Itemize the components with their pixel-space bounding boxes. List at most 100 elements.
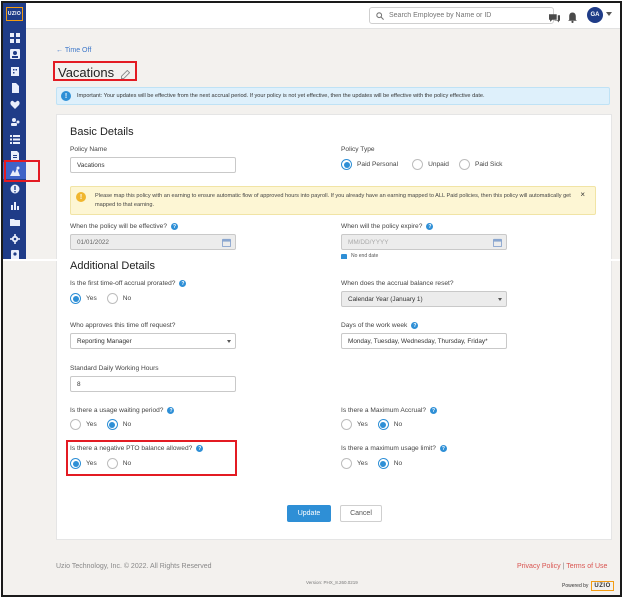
prorated-yes[interactable]: Yes <box>70 293 97 304</box>
person-card-icon[interactable] <box>9 48 20 59</box>
hours-input[interactable]: 8 <box>70 376 236 392</box>
radio-label: No <box>122 421 132 428</box>
radio-button[interactable] <box>106 419 118 430</box>
radio-label: Yes <box>357 460 368 467</box>
policy-type-paid-personal[interactable]: Paid Personal <box>341 159 398 170</box>
radio-button[interactable] <box>341 159 352 170</box>
field-placeholder: MM/DD/YYYY <box>348 238 389 246</box>
radio-label: Paid Sick <box>474 161 503 168</box>
radio-button[interactable] <box>341 419 352 430</box>
field-value: 01/01/2022 <box>77 238 109 246</box>
footer-links: Privacy Policy | Terms of Use <box>517 563 607 570</box>
negative-balance-label: Is there a negative PTO balance allowed?… <box>70 445 204 452</box>
employee-search[interactable] <box>369 7 554 24</box>
radio-button[interactable] <box>377 419 389 430</box>
powered-by-text: Powered by <box>562 583 589 589</box>
work-week-label: Days of the work week? <box>341 322 419 329</box>
update-button[interactable]: Update <box>287 505 331 522</box>
footer-separator: | <box>562 563 565 570</box>
help-icon[interactable]: ? <box>426 223 434 230</box>
help-icon[interactable]: ? <box>179 280 187 287</box>
waiting-yes[interactable]: Yes <box>70 419 97 430</box>
radio-button[interactable] <box>106 458 118 469</box>
radio-button[interactable] <box>458 159 470 170</box>
terms-of-use-link[interactable]: Terms of Use <box>566 563 607 570</box>
reset-label: When does the accrual balance reset? <box>341 280 454 287</box>
bar-chart-icon[interactable] <box>9 199 20 210</box>
help-icon[interactable]: ? <box>411 322 419 329</box>
info-icon: ! <box>61 91 71 101</box>
effective-date-input: 01/01/2022 <box>70 234 236 250</box>
prorated-no[interactable]: No <box>106 293 131 304</box>
policy-name-input[interactable]: Vacations <box>70 157 236 173</box>
help-icon[interactable]: ? <box>430 407 438 414</box>
search-input[interactable] <box>389 12 549 19</box>
negative-balance-no[interactable]: No <box>106 458 131 469</box>
max-accrual-no[interactable]: No <box>377 419 402 430</box>
radio-label: Yes <box>86 295 97 302</box>
label-text: When the policy will be effective? <box>70 223 168 230</box>
help-icon[interactable]: ? <box>167 407 175 414</box>
radio-label: No <box>393 460 403 467</box>
expire-date-input: MM/DD/YYYY <box>341 234 507 250</box>
label-text: Is the first time-off accrual prorated? <box>70 280 176 287</box>
chevron-down-icon <box>227 340 231 343</box>
cancel-button[interactable]: Cancel <box>340 505 382 522</box>
additional-details-heading: Additional Details <box>70 260 155 272</box>
radio-label: Yes <box>86 421 97 428</box>
max-usage-no[interactable]: No <box>377 458 403 469</box>
waiting-no[interactable]: No <box>106 419 132 430</box>
close-icon[interactable]: × <box>580 190 585 199</box>
calendar-icon <box>493 238 502 247</box>
work-week-select[interactable]: Monday, Tuesday, Wednesday, Thursday, Fr… <box>341 333 507 349</box>
list-icon[interactable] <box>9 133 20 144</box>
effective-date-label: When the policy will be effective?? <box>70 223 179 230</box>
folder-icon[interactable] <box>9 216 20 227</box>
negative-balance-yes[interactable]: Yes <box>70 458 97 469</box>
top-bar: GA <box>26 3 620 29</box>
bell-icon[interactable] <box>567 10 578 23</box>
document-icon[interactable] <box>9 82 20 93</box>
radio-button[interactable] <box>70 458 81 469</box>
active-item-annotation <box>4 160 40 182</box>
gear-icon[interactable] <box>9 233 20 244</box>
policy-name-label: Policy Name <box>70 146 108 153</box>
privacy-policy-link[interactable]: Privacy Policy <box>517 563 561 570</box>
team-icon[interactable] <box>9 116 20 127</box>
announcement-icon[interactable] <box>549 10 560 23</box>
uzio-footer-logo: UZIO <box>591 581 614 591</box>
help-icon[interactable]: ? <box>196 445 204 452</box>
max-accrual-yes[interactable]: Yes <box>341 419 368 430</box>
help-icon[interactable]: ? <box>171 223 179 230</box>
back-link[interactable]: ← Time Off <box>56 47 91 54</box>
waiting-period-label: Is there a usage waiting period?? <box>70 407 175 414</box>
heart-icon[interactable] <box>9 99 20 110</box>
reset-select[interactable]: Calendar Year (January 1) <box>341 291 507 307</box>
max-usage-yes[interactable]: Yes <box>341 458 368 469</box>
label-text: Is there a Maximum Accrual? <box>341 407 427 414</box>
radio-button[interactable] <box>70 419 81 430</box>
clock-alert-icon[interactable] <box>9 183 20 194</box>
prorated-label: Is the first time-off accrual prorated?? <box>70 280 187 287</box>
building-icon[interactable] <box>9 65 20 76</box>
search-icon <box>376 11 384 20</box>
label-text: Is there a usage waiting period? <box>70 407 164 414</box>
max-usage-radio-group: Yes No <box>341 458 412 469</box>
radio-button[interactable] <box>70 293 81 304</box>
help-icon[interactable]: ? <box>439 445 447 452</box>
app-frame: UZIO GA ← Time Off Vacations ! Importan <box>1 1 622 597</box>
dashboard-icon[interactable] <box>9 32 20 43</box>
earning-warning: ! Please map this policy with an earning… <box>70 186 596 215</box>
calendar-icon <box>222 238 231 247</box>
approver-select[interactable]: Reporting Manager <box>70 333 236 349</box>
radio-button[interactable] <box>377 458 389 469</box>
policy-type-unpaid[interactable]: Unpaid <box>412 159 449 170</box>
radio-button[interactable] <box>106 293 118 304</box>
user-avatar[interactable]: GA <box>587 7 603 23</box>
radio-button[interactable] <box>341 458 352 469</box>
pencil-icon[interactable] <box>121 66 131 79</box>
policy-type-paid-sick[interactable]: Paid Sick <box>458 159 503 170</box>
chevron-down-icon[interactable] <box>606 12 612 16</box>
uzio-logo[interactable]: UZIO <box>6 7 23 21</box>
radio-button[interactable] <box>412 159 424 170</box>
